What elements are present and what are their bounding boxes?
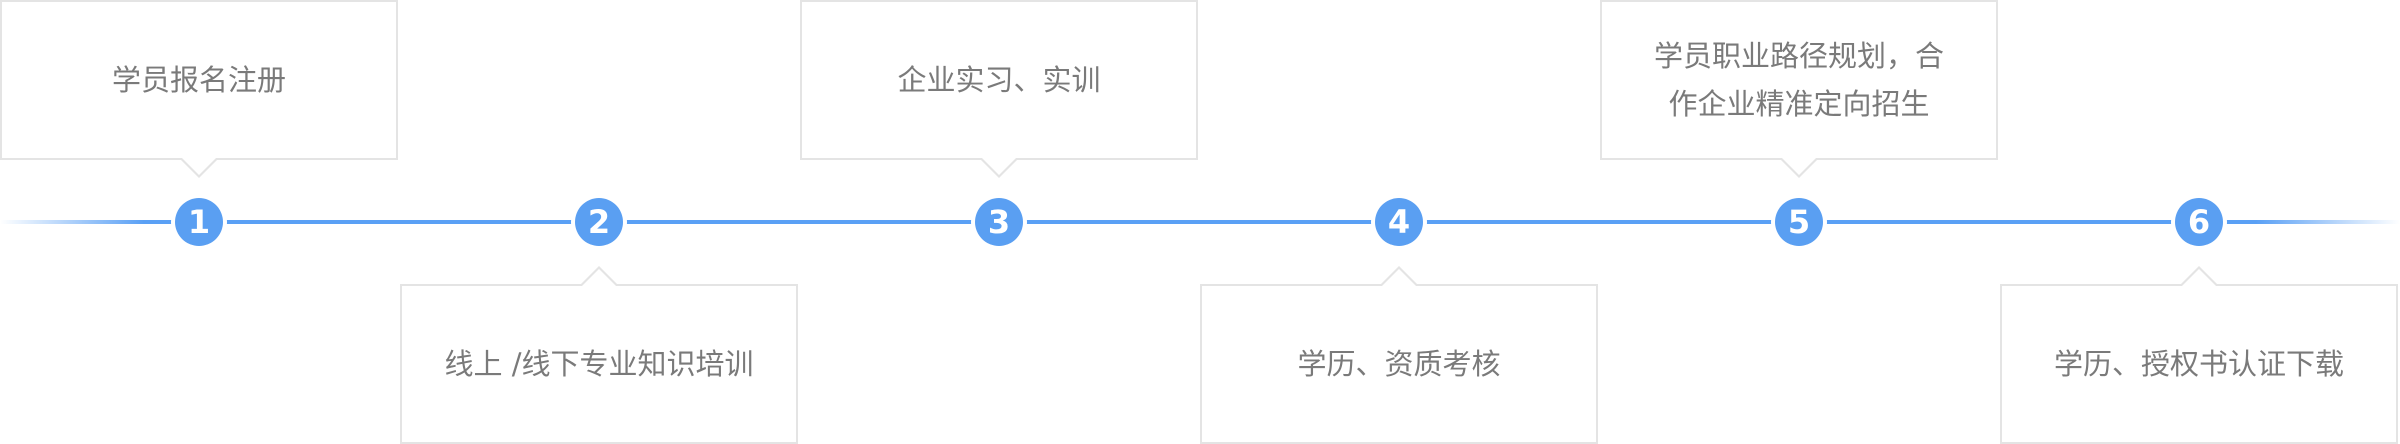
step-card-6: 学历、授权书认证下载	[2000, 266, 2398, 444]
step-label-2: 线上 /线下专业知识培训	[444, 347, 754, 381]
step-label-6: 学历、授权书认证下载	[2053, 347, 2344, 381]
step-label-5: 学员职业路径规划，合 作企业精准定向招生	[1653, 39, 1944, 121]
step-marker-5: 5	[1775, 198, 1823, 246]
step-marker-4: 4	[1375, 198, 1423, 246]
step-marker-6: 6	[2175, 198, 2223, 246]
step-marker-1: 1	[175, 198, 223, 246]
step-label-4: 学历、资质考核	[1297, 347, 1501, 381]
step-card-4: 学历、资质考核	[1200, 266, 1598, 444]
step-card-2: 线上 /线下专业知识培训	[400, 266, 798, 444]
step-card-5: 学员职业路径规划，合 作企业精准定向招生	[1600, 0, 1998, 178]
step-card-3: 企业实习、实训	[800, 0, 1198, 178]
step-label-1: 学员报名注册	[111, 63, 286, 97]
step-card-1: 学员报名注册	[0, 0, 398, 178]
step-label-3: 企业实习、实训	[897, 63, 1101, 97]
step-marker-3: 3	[975, 198, 1023, 246]
step-marker-2: 2	[575, 198, 623, 246]
timeline-line	[0, 220, 2400, 224]
